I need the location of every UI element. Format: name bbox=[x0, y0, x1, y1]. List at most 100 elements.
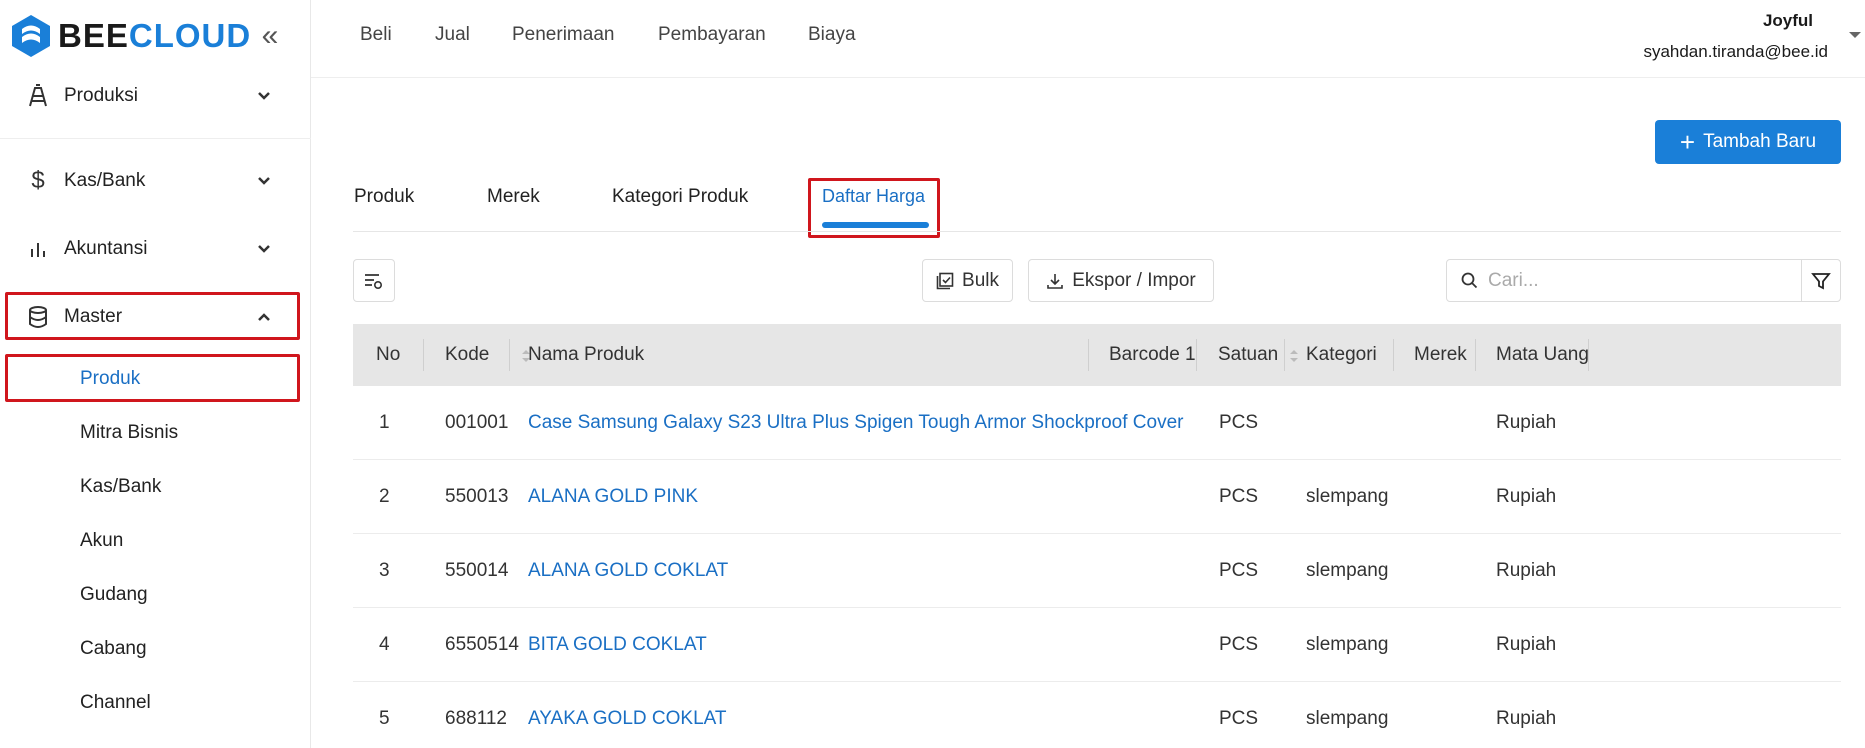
sidebar: BEECLOUD « Produksi $ Kas/Bank Akuntansi… bbox=[0, 0, 311, 748]
logo-text: BEECLOUD bbox=[58, 17, 252, 54]
cell-kategori: slempang bbox=[1306, 634, 1389, 655]
download-icon bbox=[1047, 273, 1064, 289]
sort-icon[interactable] bbox=[1288, 347, 1300, 365]
add-new-label: Tambah Baru bbox=[1703, 131, 1817, 152]
filter-button[interactable] bbox=[1801, 259, 1841, 302]
tab-kategori-produk[interactable]: Kategori Produk bbox=[612, 186, 748, 208]
cell-satuan: PCS bbox=[1219, 560, 1259, 581]
bulk-label: Bulk bbox=[962, 269, 999, 291]
bulk-icon bbox=[936, 272, 954, 289]
column-header-mata-uang: Mata Uang bbox=[1496, 344, 1589, 365]
cell-nama-produk-link[interactable]: ALANA GOLD COKLAT bbox=[528, 534, 728, 608]
sidebar-item-cabang[interactable]: Cabang bbox=[80, 638, 147, 660]
cell-kode: 001001 bbox=[445, 412, 509, 433]
search-input[interactable] bbox=[1488, 269, 1788, 292]
column-header-satuan: Satuan bbox=[1218, 344, 1279, 365]
table-row[interactable]: 2 550013 ALANA GOLD PINK PCS slempang Ru… bbox=[353, 460, 1841, 534]
topnav-pembayaran[interactable]: Pembayaran bbox=[658, 24, 766, 46]
column-divider bbox=[1393, 339, 1394, 371]
cell-kode: 550014 bbox=[445, 560, 509, 581]
chevron-down-icon bbox=[258, 245, 270, 253]
cell-mata-uang: Rupiah bbox=[1496, 708, 1557, 729]
sidebar-group-akuntansi[interactable]: Akuntansi bbox=[0, 219, 311, 279]
export-import-label: Ekspor / Impor bbox=[1072, 269, 1196, 291]
dollar-icon: $ bbox=[31, 167, 45, 194]
highlight-box-master bbox=[5, 292, 300, 340]
column-header-kategori: Kategori bbox=[1306, 344, 1377, 365]
cell-nama-produk-link[interactable]: ALANA GOLD PINK bbox=[528, 460, 698, 534]
factory-icon bbox=[24, 82, 52, 110]
table-row[interactable]: 5 688112 AYAKA GOLD COKLAT PCS slempang … bbox=[353, 682, 1841, 748]
chevron-down-icon bbox=[258, 92, 270, 100]
topnav-beli[interactable]: Beli bbox=[360, 24, 392, 46]
cell-mata-uang: Rupiah bbox=[1496, 412, 1557, 433]
cell-nama-produk-link[interactable]: Case Samsung Galaxy S23 Ultra Plus Spige… bbox=[528, 386, 1183, 460]
cell-nama-produk-link[interactable]: AYAKA GOLD COKLAT bbox=[528, 682, 727, 748]
sidebar-group-label: Produksi bbox=[64, 85, 138, 106]
column-header-nama-produk[interactable]: Nama Produk bbox=[528, 324, 644, 386]
table-row[interactable]: 3 550014 ALANA GOLD COKLAT PCS slempang … bbox=[353, 534, 1841, 608]
user-name[interactable]: Joyful bbox=[1763, 11, 1813, 31]
topnav-penerimaan[interactable]: Penerimaan bbox=[512, 24, 614, 46]
column-settings-icon bbox=[365, 273, 383, 289]
column-header-barcode: Barcode 1 bbox=[1109, 344, 1196, 365]
column-divider bbox=[1196, 339, 1197, 371]
sidebar-group-produksi[interactable]: Produksi bbox=[0, 66, 311, 126]
sidebar-item-gudang[interactable]: Gudang bbox=[80, 584, 148, 606]
column-divider bbox=[1088, 339, 1089, 371]
sidebar-item-channel[interactable]: Channel bbox=[80, 692, 151, 714]
table-row[interactable]: 4 6550514 BITA GOLD COKLAT PCS slempang … bbox=[353, 608, 1841, 682]
top-bar: Beli Jual Penerimaan Pembayaran Biaya Jo… bbox=[311, 0, 1865, 78]
cell-no: 1 bbox=[379, 412, 390, 433]
cell-kode: 550013 bbox=[445, 486, 509, 507]
table-header: No Kode Nama Produk Barcode 1 Satuan Kat… bbox=[353, 324, 1841, 386]
tab-produk[interactable]: Produk bbox=[354, 186, 414, 208]
cell-nama-produk-link[interactable]: BITA GOLD COKLAT bbox=[528, 608, 707, 682]
column-header-no: No bbox=[376, 344, 401, 365]
cell-kode: 688112 bbox=[445, 708, 507, 729]
cell-no: 2 bbox=[379, 486, 390, 507]
add-new-button[interactable]: + Tambah Baru bbox=[1655, 120, 1841, 164]
column-header-kode[interactable]: Kode bbox=[445, 324, 489, 386]
cell-mata-uang: Rupiah bbox=[1496, 486, 1557, 507]
cell-satuan: PCS bbox=[1219, 486, 1259, 507]
column-header-merek: Merek bbox=[1414, 344, 1467, 365]
caret-down-icon[interactable] bbox=[1849, 32, 1861, 38]
cell-no: 5 bbox=[379, 708, 390, 729]
column-settings-button[interactable] bbox=[353, 259, 395, 302]
cell-no: 3 bbox=[379, 560, 390, 581]
sidebar-item-mitra-bisnis[interactable]: Mitra Bisnis bbox=[80, 422, 178, 444]
sidebar-group-label: Kas/Bank bbox=[64, 170, 146, 191]
cell-satuan: PCS bbox=[1219, 634, 1259, 655]
sidebar-item-kas-bank[interactable]: Kas/Bank bbox=[80, 476, 161, 498]
column-divider bbox=[423, 339, 424, 371]
export-import-button[interactable]: Ekspor / Impor bbox=[1028, 259, 1214, 302]
cell-kode: 6550514 bbox=[445, 634, 519, 655]
cell-kategori: slempang bbox=[1306, 486, 1389, 507]
column-divider bbox=[1475, 339, 1476, 371]
topnav-biaya[interactable]: Biaya bbox=[808, 24, 856, 46]
sidebar-group-kas-bank[interactable]: $ Kas/Bank bbox=[0, 151, 311, 211]
highlight-box-produk bbox=[5, 354, 300, 402]
column-divider bbox=[509, 339, 510, 371]
highlight-box-daftar-harga bbox=[808, 178, 940, 238]
table-row[interactable]: 1 001001 Case Samsung Galaxy S23 Ultra P… bbox=[353, 386, 1841, 460]
bar-chart-icon bbox=[24, 235, 52, 263]
cell-satuan: PCS bbox=[1219, 412, 1259, 433]
topnav-jual[interactable]: Jual bbox=[435, 24, 470, 46]
beecloud-logo[interactable]: BEECLOUD bbox=[10, 14, 251, 58]
chevron-down-icon bbox=[258, 177, 270, 185]
sidebar-divider bbox=[0, 138, 311, 139]
cell-satuan: PCS bbox=[1219, 708, 1259, 729]
column-divider bbox=[1284, 339, 1285, 371]
cell-kategori: slempang bbox=[1306, 708, 1389, 729]
sidebar-item-akun[interactable]: Akun bbox=[80, 530, 123, 552]
cell-no: 4 bbox=[379, 634, 390, 655]
price-list-table: No Kode Nama Produk Barcode 1 Satuan Kat… bbox=[353, 324, 1841, 748]
search-box bbox=[1446, 259, 1802, 302]
bulk-button[interactable]: Bulk bbox=[922, 259, 1013, 302]
tab-merek[interactable]: Merek bbox=[487, 186, 540, 208]
collapse-sidebar-icon[interactable]: « bbox=[254, 20, 286, 54]
user-email[interactable]: syahdan.tiranda@bee.id bbox=[1643, 42, 1828, 62]
cell-mata-uang: Rupiah bbox=[1496, 560, 1557, 581]
